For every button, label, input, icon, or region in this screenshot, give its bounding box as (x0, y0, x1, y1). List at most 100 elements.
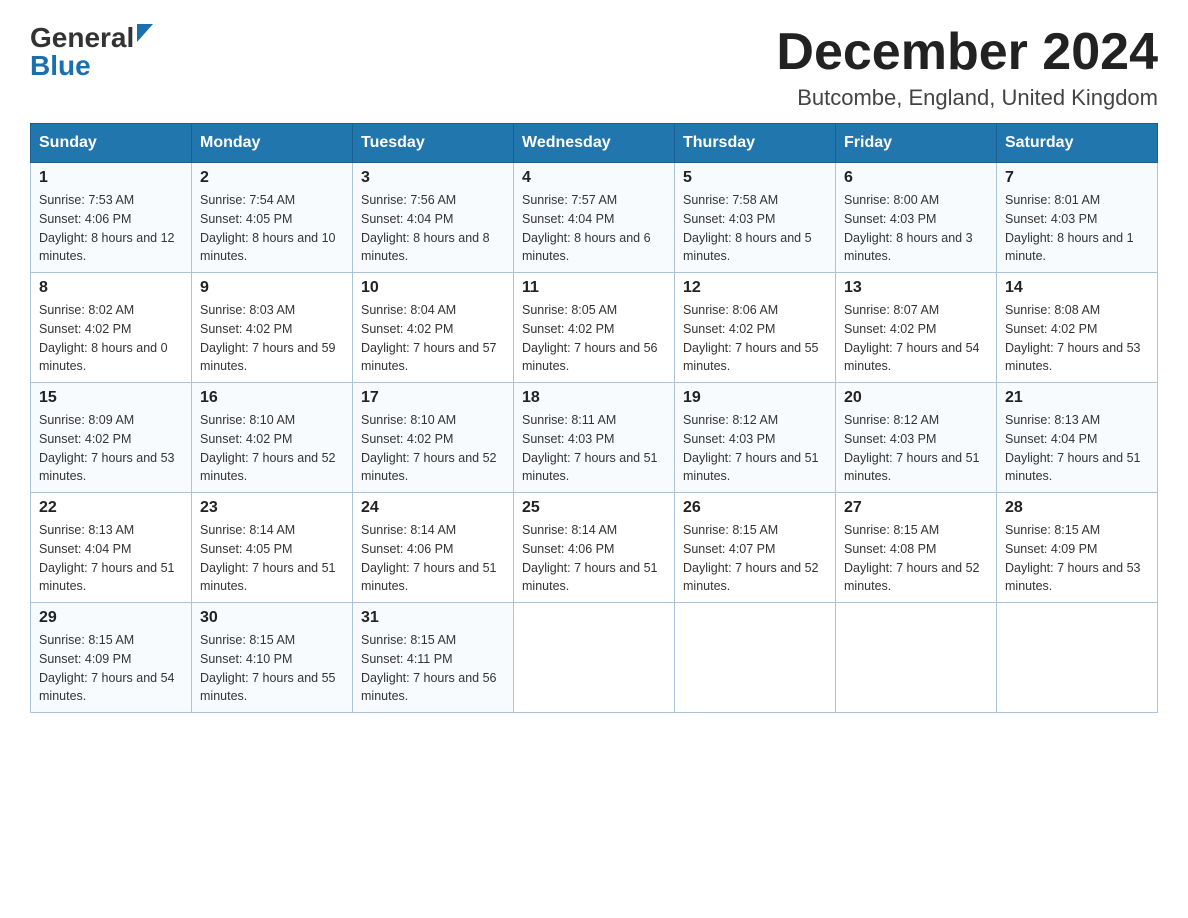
day-info: Sunrise: 8:00 AMSunset: 4:03 PMDaylight:… (844, 191, 988, 266)
calendar-day-cell: 5Sunrise: 7:58 AMSunset: 4:03 PMDaylight… (675, 163, 836, 273)
column-header-monday: Monday (192, 124, 353, 163)
calendar-header-row: SundayMondayTuesdayWednesdayThursdayFrid… (31, 124, 1158, 163)
calendar-week-row: 29Sunrise: 8:15 AMSunset: 4:09 PMDayligh… (31, 603, 1158, 713)
calendar-day-cell: 26 Sunrise: 8:15 AMSunset: 4:07 PMDayligh… (675, 493, 836, 603)
calendar-day-cell: 20 Sunrise: 8:12 AMSunset: 4:03 PMDayligh… (836, 383, 997, 493)
calendar-day-cell: 25 Sunrise: 8:14 AMSunset: 4:06 PMDayligh… (514, 493, 675, 603)
location-title: Butcombe, England, United Kingdom (776, 85, 1158, 111)
day-number: 23 (200, 499, 344, 517)
day-number: 24 (361, 499, 505, 517)
column-header-wednesday: Wednesday (514, 124, 675, 163)
calendar-day-cell: 8 Sunrise: 8:02 AMSunset: 4:02 PMDaylight… (31, 273, 192, 383)
day-info: Sunrise: 8:12 AMSunset: 4:03 PMDaylight:… (844, 411, 988, 486)
day-info: Sunrise: 8:14 AMSunset: 4:06 PMDaylight:… (522, 521, 666, 596)
day-number: 29 (39, 609, 183, 627)
day-info: Sunrise: 8:01 AMSunset: 4:03 PMDaylight:… (1005, 191, 1149, 266)
day-info: Sunrise: 8:08 AMSunset: 4:02 PMDaylight:… (1005, 301, 1149, 376)
month-title: December 2024 (776, 24, 1158, 81)
calendar-day-cell: 22 Sunrise: 8:13 AMSunset: 4:04 PMDayligh… (31, 493, 192, 603)
day-number: 4 (522, 169, 666, 187)
calendar-day-cell: 15 Sunrise: 8:09 AMSunset: 4:02 PMDayligh… (31, 383, 192, 493)
day-info: Sunrise: 8:15 AMSunset: 4:09 PMDaylight:… (1005, 521, 1149, 596)
day-info: Sunrise: 8:12 AMSunset: 4:03 PMDaylight:… (683, 411, 827, 486)
day-number: 9 (200, 279, 344, 297)
day-info: Sunrise: 8:10 AMSunset: 4:02 PMDaylight:… (200, 411, 344, 486)
day-number: 2 (200, 169, 344, 187)
calendar-day-cell (514, 603, 675, 713)
day-number: 3 (361, 169, 505, 187)
column-header-sunday: Sunday (31, 124, 192, 163)
day-number: 26 (683, 499, 827, 517)
calendar-week-row: 22 Sunrise: 8:13 AMSunset: 4:04 PMDayligh… (31, 493, 1158, 603)
calendar-day-cell: 1Sunrise: 7:53 AMSunset: 4:06 PMDaylight… (31, 163, 192, 273)
calendar-day-cell: 31Sunrise: 8:15 AMSunset: 4:11 PMDayligh… (353, 603, 514, 713)
calendar-day-cell: 28 Sunrise: 8:15 AMSunset: 4:09 PMDayligh… (997, 493, 1158, 603)
calendar-day-cell: 6 Sunrise: 8:00 AMSunset: 4:03 PMDaylight… (836, 163, 997, 273)
calendar-week-row: 1Sunrise: 7:53 AMSunset: 4:06 PMDaylight… (31, 163, 1158, 273)
day-number: 30 (200, 609, 344, 627)
calendar-day-cell (675, 603, 836, 713)
column-header-friday: Friday (836, 124, 997, 163)
day-number: 10 (361, 279, 505, 297)
calendar-day-cell: 9 Sunrise: 8:03 AMSunset: 4:02 PMDaylight… (192, 273, 353, 383)
calendar-day-cell: 21 Sunrise: 8:13 AMSunset: 4:04 PMDayligh… (997, 383, 1158, 493)
calendar-day-cell: 17 Sunrise: 8:10 AMSunset: 4:02 PMDayligh… (353, 383, 514, 493)
day-info: Sunrise: 8:10 AMSunset: 4:02 PMDaylight:… (361, 411, 505, 486)
calendar-day-cell (997, 603, 1158, 713)
day-number: 14 (1005, 279, 1149, 297)
calendar-day-cell: 11Sunrise: 8:05 AMSunset: 4:02 PMDayligh… (514, 273, 675, 383)
day-info: Sunrise: 8:14 AMSunset: 4:06 PMDaylight:… (361, 521, 505, 596)
day-info: Sunrise: 7:58 AMSunset: 4:03 PMDaylight:… (683, 191, 827, 266)
calendar-day-cell: 29Sunrise: 8:15 AMSunset: 4:09 PMDayligh… (31, 603, 192, 713)
title-area: December 2024 Butcombe, England, United … (776, 24, 1158, 111)
day-info: Sunrise: 8:04 AMSunset: 4:02 PMDaylight:… (361, 301, 505, 376)
day-info: Sunrise: 8:09 AMSunset: 4:02 PMDaylight:… (39, 411, 183, 486)
column-header-thursday: Thursday (675, 124, 836, 163)
calendar-day-cell: 12 Sunrise: 8:06 AMSunset: 4:02 PMDayligh… (675, 273, 836, 383)
calendar-day-cell (836, 603, 997, 713)
day-number: 22 (39, 499, 183, 517)
day-number: 20 (844, 389, 988, 407)
page-header: General Blue December 2024 Butcombe, Eng… (30, 24, 1158, 111)
logo-arrow-icon (137, 24, 153, 42)
day-info: Sunrise: 8:15 AMSunset: 4:07 PMDaylight:… (683, 521, 827, 596)
day-number: 27 (844, 499, 988, 517)
day-number: 12 (683, 279, 827, 297)
day-info: Sunrise: 8:13 AMSunset: 4:04 PMDaylight:… (39, 521, 183, 596)
day-info: Sunrise: 8:11 AMSunset: 4:03 PMDaylight:… (522, 411, 666, 486)
calendar-day-cell: 4 Sunrise: 7:57 AMSunset: 4:04 PMDaylight… (514, 163, 675, 273)
calendar-day-cell: 24 Sunrise: 8:14 AMSunset: 4:06 PMDayligh… (353, 493, 514, 603)
calendar-day-cell: 14 Sunrise: 8:08 AMSunset: 4:02 PMDayligh… (997, 273, 1158, 383)
logo-blue-text: Blue (30, 52, 153, 80)
calendar-day-cell: 3 Sunrise: 7:56 AMSunset: 4:04 PMDaylight… (353, 163, 514, 273)
column-header-tuesday: Tuesday (353, 124, 514, 163)
day-number: 17 (361, 389, 505, 407)
day-info: Sunrise: 8:13 AMSunset: 4:04 PMDaylight:… (1005, 411, 1149, 486)
day-number: 1 (39, 169, 183, 187)
day-number: 8 (39, 279, 183, 297)
day-info: Sunrise: 8:15 AMSunset: 4:10 PMDaylight:… (200, 631, 344, 706)
calendar-day-cell: 19 Sunrise: 8:12 AMSunset: 4:03 PMDayligh… (675, 383, 836, 493)
calendar-day-cell: 23Sunrise: 8:14 AMSunset: 4:05 PMDayligh… (192, 493, 353, 603)
day-info: Sunrise: 8:03 AMSunset: 4:02 PMDaylight:… (200, 301, 344, 376)
day-info: Sunrise: 8:06 AMSunset: 4:02 PMDaylight:… (683, 301, 827, 376)
calendar-day-cell: 7Sunrise: 8:01 AMSunset: 4:03 PMDaylight… (997, 163, 1158, 273)
day-number: 19 (683, 389, 827, 407)
column-header-saturday: Saturday (997, 124, 1158, 163)
calendar-week-row: 8 Sunrise: 8:02 AMSunset: 4:02 PMDaylight… (31, 273, 1158, 383)
day-number: 25 (522, 499, 666, 517)
calendar-table: SundayMondayTuesdayWednesdayThursdayFrid… (30, 123, 1158, 713)
day-info: Sunrise: 7:56 AMSunset: 4:04 PMDaylight:… (361, 191, 505, 266)
day-number: 31 (361, 609, 505, 627)
day-info: Sunrise: 7:57 AMSunset: 4:04 PMDaylight:… (522, 191, 666, 266)
logo-general-text: General (30, 24, 134, 52)
day-number: 28 (1005, 499, 1149, 517)
calendar-day-cell: 30 Sunrise: 8:15 AMSunset: 4:10 PMDayligh… (192, 603, 353, 713)
calendar-day-cell: 18Sunrise: 8:11 AMSunset: 4:03 PMDayligh… (514, 383, 675, 493)
day-number: 21 (1005, 389, 1149, 407)
day-number: 15 (39, 389, 183, 407)
calendar-day-cell: 27Sunrise: 8:15 AMSunset: 4:08 PMDayligh… (836, 493, 997, 603)
day-number: 6 (844, 169, 988, 187)
day-info: Sunrise: 8:05 AMSunset: 4:02 PMDaylight:… (522, 301, 666, 376)
day-info: Sunrise: 8:02 AMSunset: 4:02 PMDaylight:… (39, 301, 183, 376)
